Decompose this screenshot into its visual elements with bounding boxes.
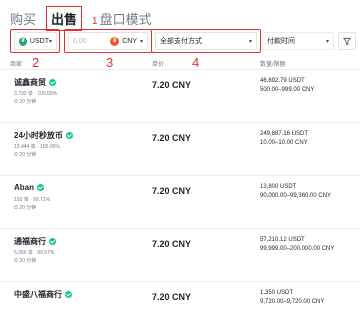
- annotation-1: 1: [92, 16, 98, 27]
- filter-bar: ₮ USDT ▾ 2 0.00 ¥ CNY ▾ 3 全部支付方式 ▾ 4 付款时…: [6, 28, 356, 70]
- filter-icon: [343, 37, 351, 45]
- verified-icon: [49, 79, 56, 87]
- price-value: 7.20 CNY: [152, 186, 192, 196]
- tab-buy[interactable]: 购买: [10, 9, 36, 28]
- chevron-down-icon: ▾: [248, 38, 252, 45]
- advertiser-name[interactable]: 24小时秒放币: [14, 130, 73, 141]
- asset-select-value: USDT: [29, 37, 49, 45]
- advertiser-stats: 13,444 单 · 100.00%: [14, 144, 60, 150]
- verified-icon: [37, 184, 44, 192]
- table-row[interactable]: 诚鑫商贸 3,793 单 · 100.00% ⏱ 20 分钟 7.20 CNY …: [0, 69, 360, 113]
- table-row[interactable]: 24小时秒放币 13,444 单 · 100.00% ⏱ 20 分钟 7.20 …: [0, 122, 360, 166]
- header-price: 单价: [152, 62, 165, 68]
- advertiser-name[interactable]: Aban: [14, 183, 44, 192]
- order-limit: 90,000.00–99,360.00 CNY: [260, 193, 332, 199]
- advertiser-stats: 193 单 · 99.71%: [14, 197, 51, 203]
- filter-button[interactable]: [338, 32, 356, 50]
- advertiser-name[interactable]: 诚鑫商贸: [14, 77, 56, 88]
- payment-method-select[interactable]: 全部支付方式 ▾: [155, 32, 257, 50]
- table-row[interactable]: 中盛八福商行 7.20 CNY 1,350 USDT 9,720.00–9,72…: [0, 281, 360, 325]
- header-advertiser: 商家: [10, 62, 23, 68]
- order-limit: 99,999.00–200,000.00 CNY: [260, 246, 335, 252]
- verified-icon: [65, 132, 73, 140]
- available-amount: 57,210.12 USDT: [260, 237, 305, 243]
- amount-input-placeholder: 0.00: [73, 37, 87, 45]
- order-limit: 500.00–999.00 CNY: [260, 87, 315, 93]
- currency-select-value: CNY: [122, 37, 137, 45]
- advertiser-stats: 5,359 单 · 99.57%: [14, 250, 55, 256]
- annotation-2: 2: [32, 55, 40, 70]
- price-value: 7.20 CNY: [152, 292, 192, 302]
- payment-time-select[interactable]: 付款时间 ▾: [262, 32, 334, 50]
- asset-select[interactable]: ₮ USDT ▾: [14, 32, 57, 50]
- payment-method-value: 全部支付方式: [160, 38, 202, 45]
- header-amount: 数量/限额: [260, 62, 286, 68]
- price-value: 7.20 CNY: [152, 239, 192, 249]
- order-limit: 9,720.00–9,720.00 CNY: [260, 299, 325, 305]
- amount-input[interactable]: 0.00 ¥ CNY ▾: [68, 32, 148, 50]
- annotation-4: 4: [192, 55, 200, 70]
- chevron-down-icon: ▾: [325, 38, 329, 45]
- verified-icon: [49, 238, 56, 246]
- verified-icon: [65, 291, 72, 299]
- annotation-3: 3: [106, 55, 114, 70]
- table-row[interactable]: Aban 193 单 · 99.71% ⏱ 20 分钟 7.20 CNY 13,…: [0, 175, 360, 219]
- pay-time: ⏱ 20 分钟: [14, 258, 37, 264]
- available-amount: 1,350 USDT: [260, 290, 294, 296]
- tab-block-mode[interactable]: 盘口模式: [100, 9, 152, 28]
- advertiser-stats: 3,793 单 · 100.00%: [14, 91, 58, 97]
- advertiser-name[interactable]: 中盛八福商行: [14, 289, 72, 300]
- tab-sell-label: 出售: [51, 12, 78, 27]
- price-value: 7.20 CNY: [152, 133, 192, 143]
- pay-time: ⏱ 20 分钟: [14, 205, 37, 211]
- payment-time-value: 付款时间: [267, 38, 295, 45]
- table-row[interactable]: 通福商行 5,359 单 · 99.57% ⏱ 20 分钟 7.20 CNY 5…: [0, 228, 360, 272]
- advertiser-name[interactable]: 通福商行: [14, 236, 56, 247]
- chevron-down-icon: ▾: [48, 38, 52, 45]
- available-amount: 13,800 USDT: [260, 184, 297, 190]
- price-value: 7.20 CNY: [152, 80, 192, 90]
- currency-select[interactable]: ¥ CNY ▾: [110, 36, 143, 46]
- usdt-icon: ₮: [19, 36, 27, 46]
- available-amount: 249,887.16 USDT: [260, 131, 309, 137]
- order-limit: 10.00–10.00 CNY: [260, 140, 308, 146]
- cny-icon: ¥: [110, 36, 120, 46]
- pay-time: ⏱ 20 分钟: [14, 152, 37, 158]
- pay-time: ⏱ 20 分钟: [14, 99, 37, 105]
- chevron-down-icon: ▾: [139, 38, 143, 45]
- available-amount: 46,892.79 USDT: [260, 78, 305, 84]
